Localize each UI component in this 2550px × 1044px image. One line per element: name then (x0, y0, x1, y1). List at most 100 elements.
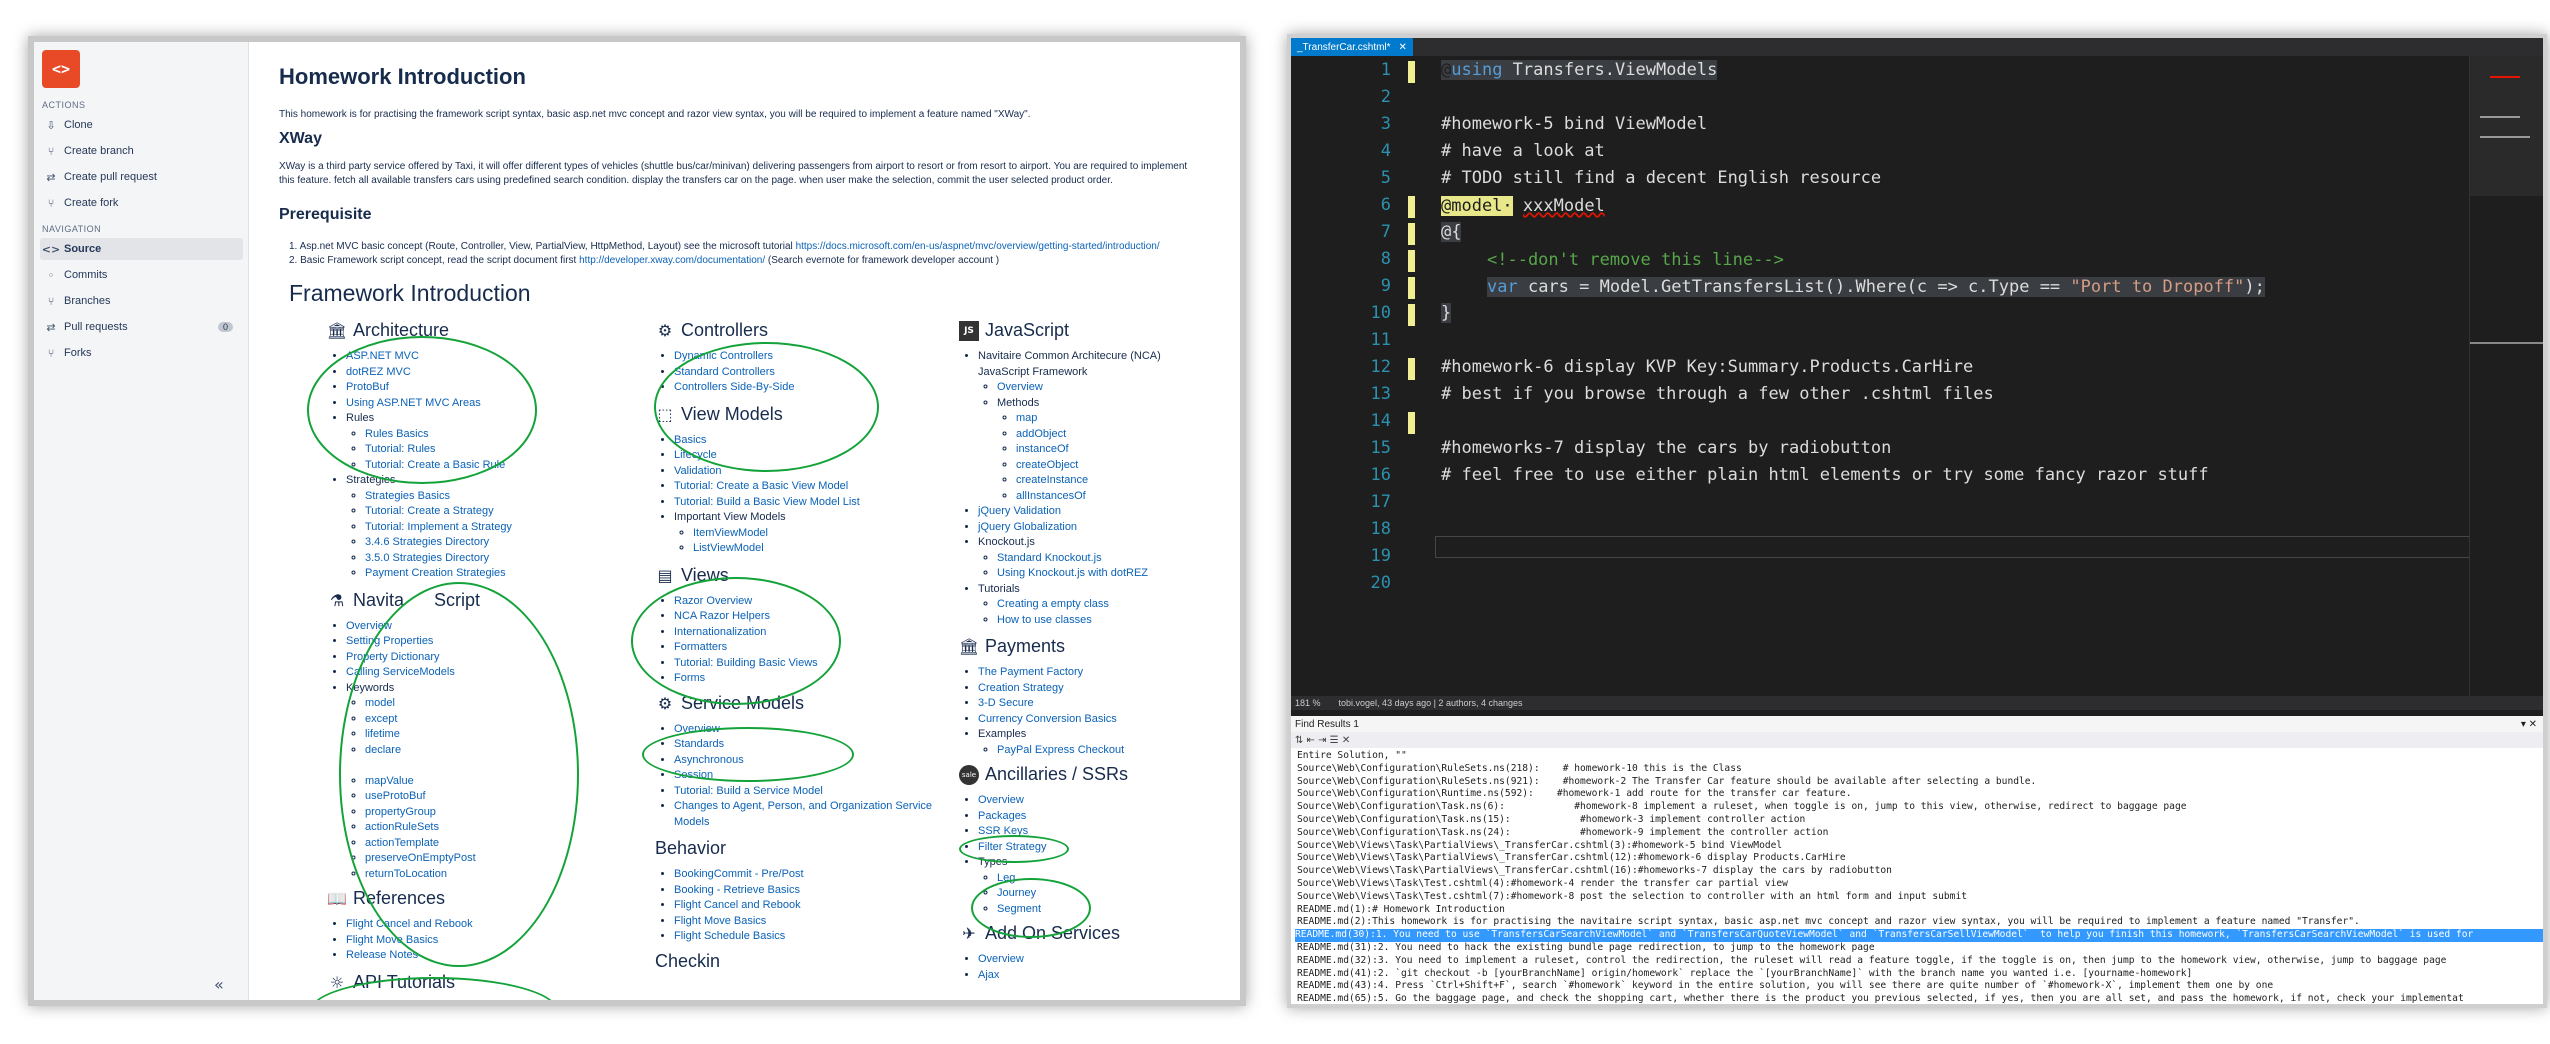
line-number: 19 (1370, 546, 1391, 566)
find-result-line[interactable]: Source\Web\Configuration\RuleSets.ns(218… (1297, 763, 1742, 776)
doc-link[interactable]: Tutorial: Create a Basic View Model (674, 480, 848, 492)
list-item: Packages (978, 809, 1209, 825)
sidebar-item-create-fork[interactable]: ⑂ Create fork (40, 192, 243, 214)
collapse-sidebar-icon[interactable]: « (214, 975, 224, 994)
find-result-line[interactable]: README.md(1):# Homework Introduction (1297, 904, 1505, 917)
doc-link[interactable]: Ajax (978, 969, 999, 981)
doc-link[interactable]: createInstance (1016, 474, 1088, 486)
change-marker (1408, 250, 1415, 272)
find-result-line[interactable]: README.md(2):This homework is for practi… (1297, 916, 2360, 929)
doc-link[interactable]: Using Knockout.js with dotREZ (997, 567, 1148, 579)
code-line-8[interactable]: <!--don't remove this line--> (1487, 250, 1784, 270)
doc-link[interactable]: Flight Cancel and Rebook (674, 899, 801, 911)
code-line-16[interactable]: # feel free to use either plain html ele… (1441, 465, 2209, 485)
find-results-toolbar[interactable]: ⇅ ⇤ ⇥ ☰ ✕ (1291, 732, 2543, 748)
payments-heading: 🏛 Payments (958, 636, 1066, 656)
sidebar-item-create-pull-request[interactable]: ⇄ Create pull request (40, 166, 243, 188)
code-line-12[interactable]: #homework-6 display KVP Key:Summary.Prod… (1441, 357, 1973, 377)
doc-link[interactable]: ItemViewModel (693, 527, 768, 539)
repo-logo-icon[interactable]: <> (42, 50, 80, 88)
find-result-line[interactable]: Source\Web\Configuration\RuleSets.ns(921… (1297, 776, 2036, 789)
doc-link[interactable]: Flight Move Basics (674, 915, 766, 927)
find-result-line[interactable]: iles searched: 7689 (1297, 1006, 1407, 1008)
doc-link[interactable]: Packages (978, 810, 1026, 822)
mvc-tutorial-link[interactable]: https://docs.microsoft.com/en-us/aspnet/… (796, 241, 1160, 252)
doc-link[interactable]: Standard Knockout.js (997, 552, 1102, 564)
doc-link[interactable]: 3.4.6 Strategies Directory (365, 536, 489, 548)
doc-link[interactable]: Tutorial: Create a Strategy (365, 505, 494, 517)
doc-link[interactable]: Overview (997, 381, 1043, 393)
doc-link[interactable]: PayPal Express Checkout (997, 744, 1124, 756)
doc-link[interactable]: Release Notes (346, 949, 418, 961)
sidebar-item-source[interactable]: <> Source (40, 238, 243, 260)
find-result-line[interactable]: Source\Web\Configuration\Task.ns(15): #h… (1297, 814, 1805, 827)
doc-link[interactable]: Tutorial: Build a Basic View Model List (674, 496, 860, 508)
doc-link[interactable]: How to use classes (997, 614, 1092, 626)
doc-link[interactable]: Creating a empty class (997, 598, 1109, 610)
sidebar-item-clone[interactable]: ⇩ Clone (40, 114, 243, 136)
find-result-line[interactable]: Source\Web\Views\Task\Test.cshtml(7):#ho… (1297, 891, 1967, 904)
code-line-15[interactable]: #homeworks-7 display the cars by radiobu… (1441, 438, 1891, 458)
sidebar-item-forks[interactable]: ⑂ Forks (40, 342, 243, 364)
code-line-3[interactable]: #homework-5 bind ViewModel (1441, 114, 1707, 134)
script-doc-link[interactable]: http://developer.xway.com/documentation/ (579, 255, 765, 266)
list-item: Overview (978, 793, 1209, 809)
code-line-7[interactable]: @{ (1441, 222, 1462, 242)
code-line-13[interactable]: # best if you browse through a few other… (1441, 384, 1994, 404)
doc-link[interactable]: The Payment Factory (978, 666, 1083, 678)
doc-link[interactable]: Strategies Basics (365, 490, 450, 502)
find-result-line[interactable]: README.md(43):4. Press `Ctrl+Shift+F`, s… (1297, 980, 2273, 993)
doc-link[interactable]: Tutorial: Implement a Strategy (365, 521, 512, 533)
sidebar-item-create-branch[interactable]: ⑂ Create branch (40, 140, 243, 162)
find-result-line[interactable]: Entire Solution, "" (1297, 750, 1407, 763)
code-line-10[interactable]: } (1441, 303, 1452, 323)
find-result-line[interactable]: Source\Web\Views\Task\PartialViews\_Tran… (1297, 865, 1892, 878)
code-line-5[interactable]: # TODO still find a decent English resou… (1441, 168, 1881, 188)
doc-link[interactable]: 3.5.0 Strategies Directory (365, 552, 489, 564)
code-minimap[interactable] (2469, 56, 2543, 696)
code-line-4[interactable]: # have a look at (1441, 141, 1605, 161)
panel-controls[interactable]: ▾ ✕ (2521, 719, 2537, 730)
find-result-line[interactable]: README.md(41):2. `git checkout -b [yourB… (1297, 968, 2192, 981)
doc-link[interactable]: Currency Conversion Basics (978, 713, 1117, 725)
doc-link[interactable]: allInstancesOf (1016, 490, 1086, 502)
doc-link[interactable]: ListViewModel (693, 542, 764, 554)
doc-link[interactable]: map (1016, 412, 1037, 424)
code-line-6[interactable]: @model· xxxModel (1441, 196, 1605, 216)
zoom-level[interactable]: 181 % (1295, 698, 1321, 708)
doc-link[interactable]: Changes to Agent, Person, and Organizati… (674, 800, 932, 828)
doc-link[interactable]: Payment Creation Strategies (365, 567, 506, 579)
find-result-line[interactable]: README.md(32):3. You need to implement a… (1297, 955, 2446, 968)
editor-tab[interactable]: _TransferCar.cshtml* ✕ (1291, 38, 1413, 56)
doc-link[interactable]: Flight Schedule Basics (674, 930, 785, 942)
doc-link[interactable]: jQuery Globalization (978, 521, 1077, 533)
doc-link[interactable]: addObject (1016, 428, 1066, 440)
sidebar-item-pull-requests[interactable]: ⇄ Pull requests 0 (40, 316, 243, 338)
doc-link[interactable]: Overview (978, 794, 1024, 806)
find-result-line[interactable]: Source\Web\Configuration\Runtime.ns(592)… (1297, 788, 1852, 801)
find-result-line[interactable]: Source\Web\Configuration\Task.ns(24): #h… (1297, 827, 1828, 840)
sidebar-item-branches[interactable]: ⑂ Branches (40, 290, 243, 312)
doc-link[interactable]: Booking - Retrieve Basics (674, 884, 800, 896)
find-result-line[interactable]: Source\Web\Configuration\Task.ns(6): #ho… (1297, 801, 2187, 814)
doc-link[interactable]: Tutorial: Build a Service Model (674, 785, 823, 797)
find-result-line[interactable]: README.md(31):2. You need to hack the ex… (1297, 942, 1875, 955)
find-result-line[interactable]: README.md(30):1. You need to use `Transf… (1295, 929, 2543, 942)
doc-link[interactable]: jQuery Validation (978, 505, 1061, 517)
doc-link[interactable]: Overview (978, 953, 1024, 965)
doc-link[interactable]: Creation Strategy (978, 682, 1064, 694)
doc-link[interactable]: Validation (674, 465, 722, 477)
find-result-line[interactable]: Source\Web\Views\Task\PartialViews\_Tran… (1297, 840, 1782, 853)
close-tab-icon[interactable]: ✕ (1399, 42, 1407, 53)
sidebar-item-commits[interactable]: ◦ Commits (40, 264, 243, 286)
codelens-info[interactable]: tobi.vogel, 43 days ago | 2 authors, 4 c… (1339, 698, 1523, 708)
code-line-9[interactable]: var cars = Model.GetTransfersList().Wher… (1487, 277, 2265, 297)
doc-link[interactable]: 3-D Secure (978, 697, 1034, 709)
find-result-line[interactable]: Source\Web\Views\Task\PartialViews\_Tran… (1297, 852, 1846, 865)
doc-link[interactable]: BookingCommit - Pre/Post (674, 868, 804, 880)
find-result-line[interactable]: Source\Web\Views\Task\Test.cshtml(4):#ho… (1297, 878, 1788, 891)
find-result-line[interactable]: README.md(65):5. Go the baggage page, an… (1297, 993, 2464, 1004)
doc-link[interactable]: createObject (1016, 459, 1078, 471)
doc-link[interactable]: instanceOf (1016, 443, 1069, 455)
code-line-1[interactable]: @using Transfers.ViewModels (1441, 60, 1718, 80)
